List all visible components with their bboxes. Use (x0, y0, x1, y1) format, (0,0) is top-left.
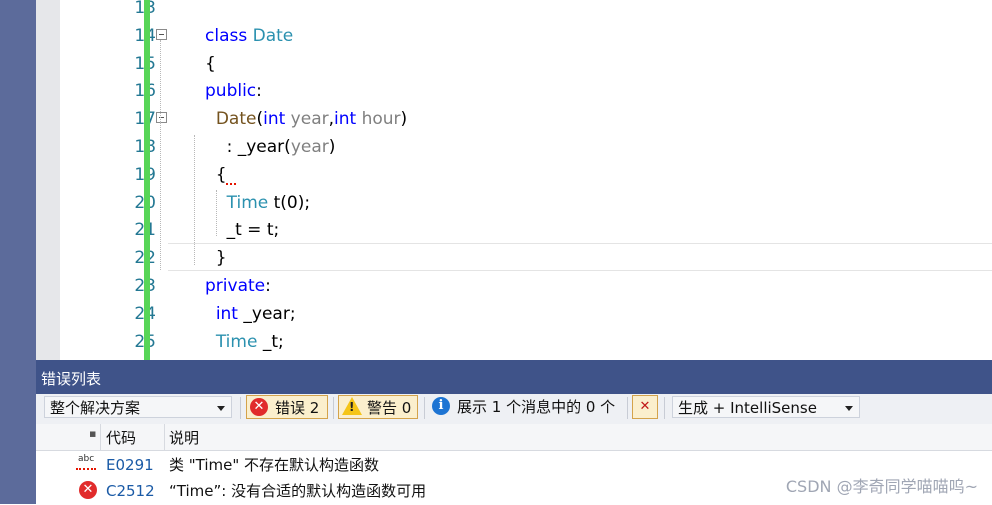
messages-filter-button[interactable]: i 展示 1 个消息中的 0 个 (429, 395, 625, 419)
errors-filter-label: 错误 2 (275, 399, 320, 417)
error-description: 类 "Time" 不存在默认构造函数 (169, 456, 380, 474)
intellisense-error-icon: abc (76, 454, 98, 472)
scope-dropdown[interactable]: 整个解决方案 (44, 396, 232, 418)
code-token: Time (226, 192, 269, 213)
error-code-link[interactable]: E0291 (106, 451, 154, 479)
code-token: _t = t; (205, 220, 280, 241)
messages-filter-label: 展示 1 个消息中的 0 个 (457, 398, 616, 416)
toolbar-separator (333, 397, 334, 419)
info-icon: i (432, 397, 450, 415)
code-line[interactable]: _t = t; (205, 219, 280, 241)
code-line[interactable]: public: (205, 80, 262, 102)
indent-guide (194, 135, 195, 265)
watermark: CSDN @李奇同学喵喵呜~ (785, 477, 978, 496)
code-line[interactable]: class Date (205, 25, 293, 47)
chevron-down-icon (845, 406, 853, 411)
window-left-strip (0, 0, 36, 504)
code-token: private (205, 276, 266, 296)
build-source-value: 生成 + IntelliSense (678, 399, 817, 417)
chevron-down-icon (217, 406, 225, 411)
code-line[interactable]: private: (205, 275, 271, 297)
current-line-highlight (168, 243, 992, 271)
code-line[interactable]: Time t(0); (205, 192, 311, 214)
column-header-description[interactable]: 说明 (169, 424, 199, 452)
code-token: _year; (237, 303, 296, 324)
abc-label-icon: abc (78, 454, 95, 464)
code-token: : _year( (205, 137, 291, 157)
warning-mark-icon: ! (349, 400, 355, 414)
code-token: year (290, 137, 329, 157)
scope-dropdown-value: 整个解决方案 (50, 399, 141, 417)
code-token: : (265, 276, 271, 296)
build-source-dropdown[interactable]: 生成 + IntelliSense (672, 396, 860, 418)
code-line[interactable]: Time _t; (205, 331, 284, 353)
code-token: int (263, 109, 286, 130)
errors-filter-button[interactable]: ✕ 错误 2 (246, 395, 328, 419)
toolbar-separator (424, 397, 425, 419)
code-token: ) (328, 137, 336, 157)
code-editor[interactable]: 13141516171819202122232425 class Date { pu… (36, 0, 992, 360)
error-code-link[interactable]: C2512 (106, 477, 155, 505)
error-icon: ✕ (250, 398, 268, 416)
code-token: } (205, 248, 227, 269)
code-token: t(0); (268, 192, 311, 213)
code-token: Date (252, 25, 294, 46)
code-token: public (205, 81, 257, 102)
line-numbers: 13141516171819202122232425 (60, 0, 156, 360)
code-token: Date (215, 109, 257, 130)
code-line[interactable]: } (205, 247, 227, 269)
error-list-title-bar[interactable]: 错误列表 (36, 360, 992, 394)
column-header-code[interactable]: 代码 (106, 424, 136, 452)
editor-glyph-margin (36, 0, 60, 360)
toolbar-separator (627, 397, 628, 419)
code-token: hour (361, 109, 401, 130)
code-token: Time (215, 331, 258, 352)
code-token: year (290, 109, 329, 130)
toolbar-separator (240, 397, 241, 419)
code-area[interactable]: class Date { public: Date(int year,int hou… (150, 0, 992, 360)
code-line[interactable]: { (205, 53, 216, 75)
code-token: { (205, 164, 227, 185)
error-list-title: 错误列表 (41, 370, 102, 388)
code-line[interactable]: int _year; (205, 303, 296, 325)
error-list-toolbar: 整个解决方案 ✕ 错误 2 ! 警告 0 i 展示 1 个消息中的 0 个 ✕ … (36, 394, 992, 422)
warnings-filter-label: 警告 0 (367, 399, 412, 417)
clear-filter-icon[interactable]: ✕ (632, 395, 658, 419)
code-token: : (256, 81, 262, 102)
column-separator[interactable] (164, 424, 165, 450)
code-line[interactable]: : _year(year) (205, 136, 336, 158)
code-token: _t; (257, 331, 284, 352)
code-line[interactable]: { (205, 164, 227, 186)
code-line[interactable]: Date(int year,int hour) (205, 108, 407, 130)
collapse-constructor-icon[interactable] (156, 112, 167, 123)
constructor-outline-guide (160, 122, 161, 262)
toolbar-separator (664, 397, 665, 419)
code-token: class (205, 25, 253, 46)
column-chooser-icon[interactable]: ▪ (89, 420, 96, 448)
grid-header: ▪ 代码 说明 (36, 424, 992, 451)
column-separator[interactable] (100, 424, 101, 450)
code-token: ) (400, 109, 408, 130)
warnings-filter-button[interactable]: ! 警告 0 (338, 395, 418, 419)
squiggle-icon (76, 464, 96, 470)
collapse-class-icon[interactable] (156, 29, 167, 40)
code-token: { (205, 53, 216, 74)
error-icon: ✕ (79, 481, 97, 499)
error-description: “Time”: 没有合适的默认构造函数可用 (169, 482, 427, 500)
code-token: int (334, 109, 357, 130)
error-squiggle (226, 180, 236, 185)
code-token: int (215, 303, 238, 324)
